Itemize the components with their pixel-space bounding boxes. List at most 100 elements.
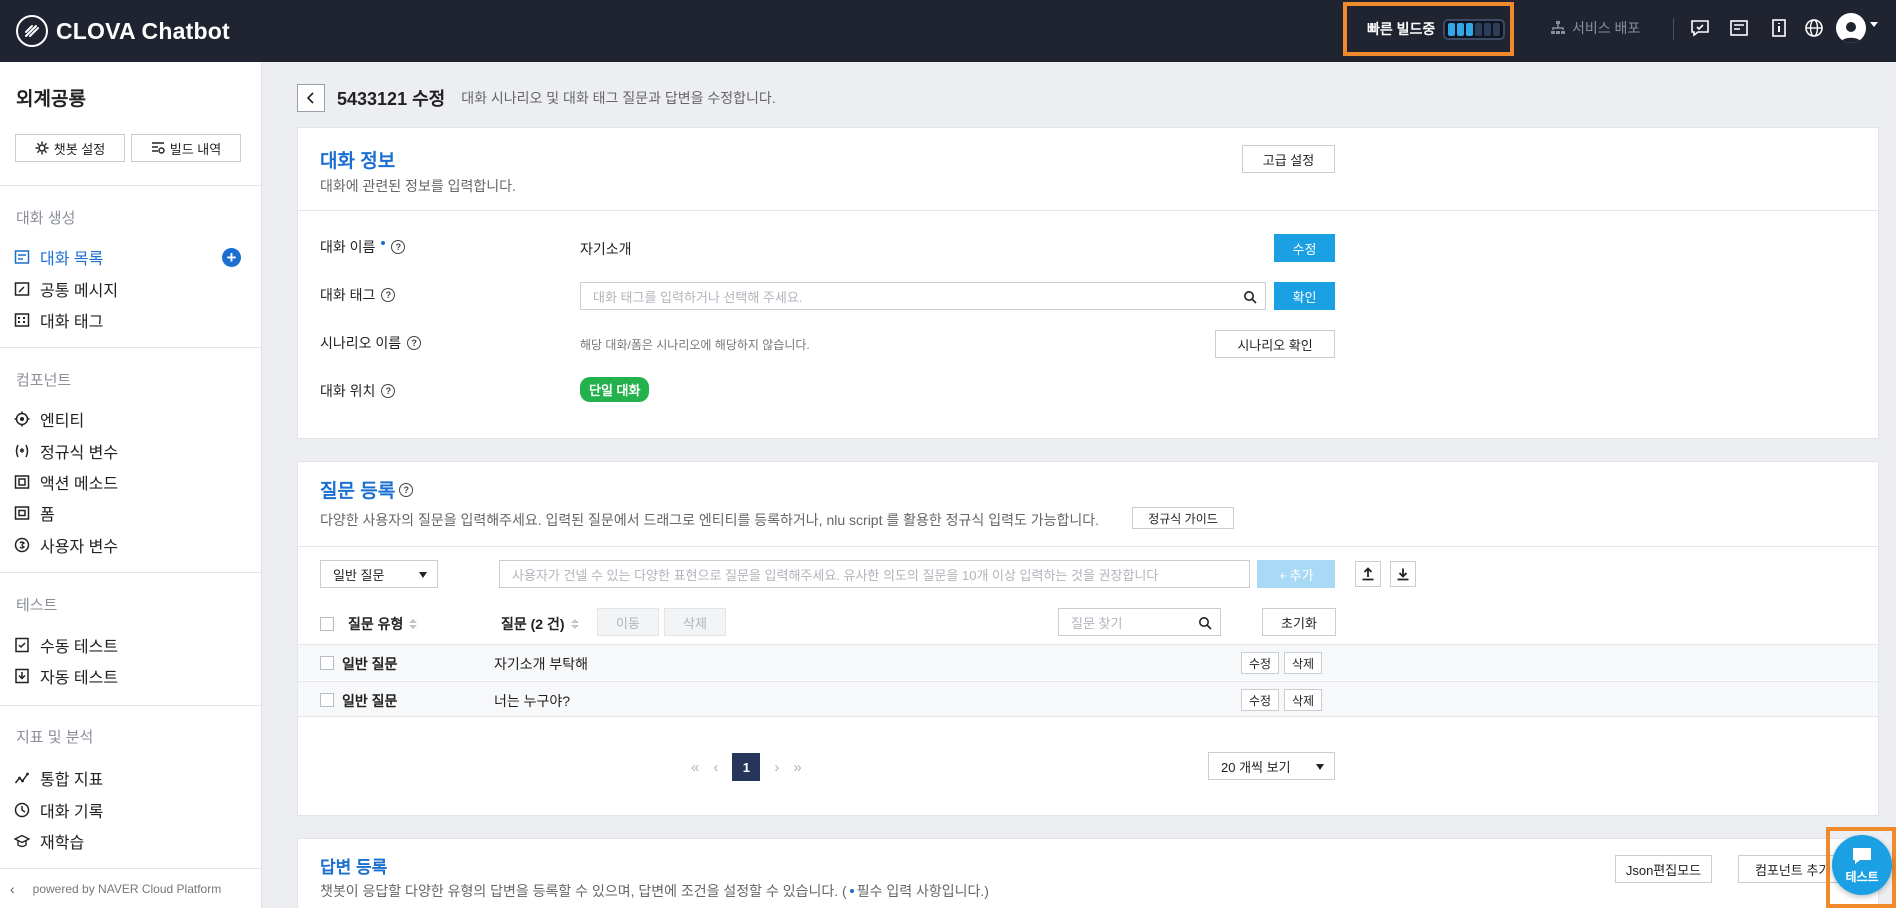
sidebar-item-auto-test[interactable]: 자동 테스트	[14, 665, 118, 687]
sidebar-item-label: 재학습	[40, 835, 85, 852]
add-question-button[interactable]: + 추가	[1257, 560, 1335, 588]
sidebar-item-integrated-metrics[interactable]: 통합 지표	[14, 767, 103, 789]
reset-button[interactable]: 초기화	[1262, 608, 1336, 636]
search-icon[interactable]	[1243, 290, 1257, 304]
sidebar-divider	[0, 572, 262, 573]
help-icon[interactable]: ?	[399, 482, 414, 497]
answer-registration-card: 답변 등록 챗봇이 응답할 다양한 유형의 답변을 등록할 수 있으며, 답변에…	[297, 838, 1879, 908]
row-checkbox[interactable]	[320, 693, 334, 707]
search-icon[interactable]	[1198, 616, 1212, 630]
tag-grid-icon	[14, 313, 30, 327]
column-question-type-label: 질문 유형	[348, 616, 404, 632]
row-delete-button[interactable]: 삭제	[1284, 652, 1322, 674]
help-icon[interactable]: ?	[391, 240, 406, 254]
conversation-tag-input[interactable]: 대화 태그를 입력하거나 선택해 주세요.	[580, 282, 1266, 310]
add-component-button[interactable]: 컴포넌트 추가	[1738, 855, 1838, 883]
conversation-tag-label-text: 대화 태그	[320, 287, 376, 303]
edit-name-button[interactable]: 수정	[1274, 234, 1335, 262]
chatbot-settings-button[interactable]: 챗봇 설정	[15, 134, 125, 162]
action-method-icon	[14, 475, 30, 489]
row-question-type: 일반 질문	[342, 693, 398, 709]
sidebar-item-common-message[interactable]: 공통 메시지	[14, 278, 118, 300]
column-question[interactable]: 질문 (2 건)	[501, 614, 579, 634]
delete-selected-button[interactable]: 삭제	[664, 608, 726, 636]
help-icon[interactable]: ?	[407, 336, 422, 350]
list-icon	[14, 250, 30, 264]
row-question-text: 자기소개 부탁해	[494, 656, 589, 672]
table-row[interactable]: 일반 질문 너는 누구야? 수정 삭제	[298, 681, 1878, 717]
sort-icon[interactable]	[409, 619, 418, 629]
account-caret-icon[interactable]	[1870, 22, 1878, 27]
brand-title: CLOVA Chatbot	[56, 17, 230, 44]
sidebar-item-conversation-tag[interactable]: 대화 태그	[14, 309, 103, 331]
sidebar-item-conversation-list[interactable]: 대화 목록	[14, 246, 103, 268]
json-edit-mode-button[interactable]: Json편집모드	[1615, 855, 1712, 883]
service-deploy-button[interactable]: 서비스 배포	[1550, 18, 1640, 38]
sidebar-item-entity[interactable]: 엔티티	[14, 408, 84, 430]
sidebar-item-form[interactable]: 폼	[14, 502, 55, 524]
sidebar-item-user-variable[interactable]: 사용자 변수	[14, 534, 118, 556]
brand[interactable]: CLOVA Chatbot	[16, 15, 230, 47]
current-page[interactable]: 1	[732, 753, 761, 781]
sidebar-item-label: 대화 기록	[40, 804, 104, 821]
sidebar-item-manual-test[interactable]: 수동 테스트	[14, 634, 118, 656]
question-input[interactable]: 사용자가 건넬 수 있는 다양한 표현으로 질문을 입력해주세요. 유사한 의도…	[499, 560, 1250, 588]
sidebar-item-label: 대화 태그	[40, 314, 104, 331]
user-variable-icon	[14, 537, 30, 553]
feedback-icon[interactable]	[1689, 17, 1711, 39]
help-icon[interactable]: ?	[381, 288, 396, 302]
scenario-name-label-text: 시나리오 이름	[320, 335, 402, 351]
sidebar-item-regex-variable[interactable]: 정규식 변수	[14, 440, 118, 462]
column-question-type[interactable]: 질문 유형	[348, 614, 418, 634]
move-button[interactable]: 이동	[597, 608, 659, 636]
advanced-settings-button[interactable]: 고급 설정	[1242, 145, 1335, 173]
question-type-select[interactable]: 일반 질문	[320, 560, 438, 588]
guide-icon[interactable]	[1768, 17, 1790, 39]
row-edit-button[interactable]: 수정	[1241, 652, 1279, 674]
question-registration-title-text: 질문 등록	[320, 481, 396, 502]
row-checkbox[interactable]	[320, 656, 334, 670]
sidebar-item-label: 통합 지표	[40, 772, 104, 789]
regex-guide-button[interactable]: 정규식 가이드	[1132, 507, 1234, 529]
page-size-select[interactable]: 20 개씩 보기	[1208, 752, 1335, 780]
row-delete-button[interactable]: 삭제	[1284, 689, 1322, 711]
collapse-sidebar-icon[interactable]: ‹	[10, 881, 15, 897]
back-button[interactable]	[297, 84, 325, 112]
build-status[interactable]: 빠른 빌드중	[1343, 2, 1514, 56]
build-progress-segment	[1448, 22, 1456, 36]
upload-button[interactable]	[1355, 561, 1381, 587]
check-scenario-button[interactable]: 시나리오 확인	[1215, 330, 1335, 358]
chat-test-button[interactable]: 테스트	[1832, 835, 1892, 895]
select-all-checkbox[interactable]	[320, 617, 334, 631]
download-button[interactable]	[1390, 561, 1416, 587]
add-conversation-button[interactable]: +	[222, 248, 241, 267]
account-icon[interactable]	[1836, 13, 1866, 43]
sidebar-item-label: 액션 메소드	[40, 476, 119, 493]
build-history-button[interactable]: 빌드 내역	[131, 134, 241, 162]
sidebar-item-label: 수동 테스트	[40, 639, 119, 656]
sidebar-item-retraining[interactable]: 재학습	[14, 830, 84, 852]
sort-icon[interactable]	[570, 619, 579, 629]
conversation-position-label-text: 대화 위치	[320, 383, 376, 399]
build-status-label: 빠른 빌드중	[1367, 21, 1436, 37]
confirm-tag-button[interactable]: 확인	[1274, 282, 1335, 310]
question-search-input[interactable]: 질문 찾기	[1058, 608, 1221, 636]
first-page-button[interactable]: «	[691, 759, 699, 776]
language-icon[interactable]	[1803, 17, 1825, 39]
next-page-button[interactable]: ›	[774, 759, 779, 776]
sidebar-item-action-method[interactable]: 액션 메소드	[14, 471, 118, 493]
notice-icon[interactable]	[1728, 17, 1750, 39]
row-edit-button[interactable]: 수정	[1241, 689, 1279, 711]
chevron-down-icon	[419, 572, 427, 578]
sidebar-divider	[0, 347, 262, 348]
conversation-info-subtitle: 대화에 관련된 정보를 입력합니다.	[320, 178, 516, 194]
sidebar-section-analytics: 지표 및 분석	[16, 729, 94, 746]
table-row[interactable]: 일반 질문 자기소개 부탁해 수정 삭제	[298, 644, 1878, 680]
sidebar-item-label: 엔티티	[40, 413, 85, 430]
sidebar-item-conversation-log[interactable]: 대화 기록	[14, 799, 103, 821]
scenario-note: 해당 대화/폼은 시나리오에 해당하지 않습니다.	[580, 338, 810, 352]
last-page-button[interactable]: »	[793, 759, 801, 776]
prev-page-button[interactable]: ‹	[713, 759, 718, 776]
help-icon[interactable]: ?	[381, 384, 396, 398]
chatbot-logo-icon	[16, 15, 48, 47]
